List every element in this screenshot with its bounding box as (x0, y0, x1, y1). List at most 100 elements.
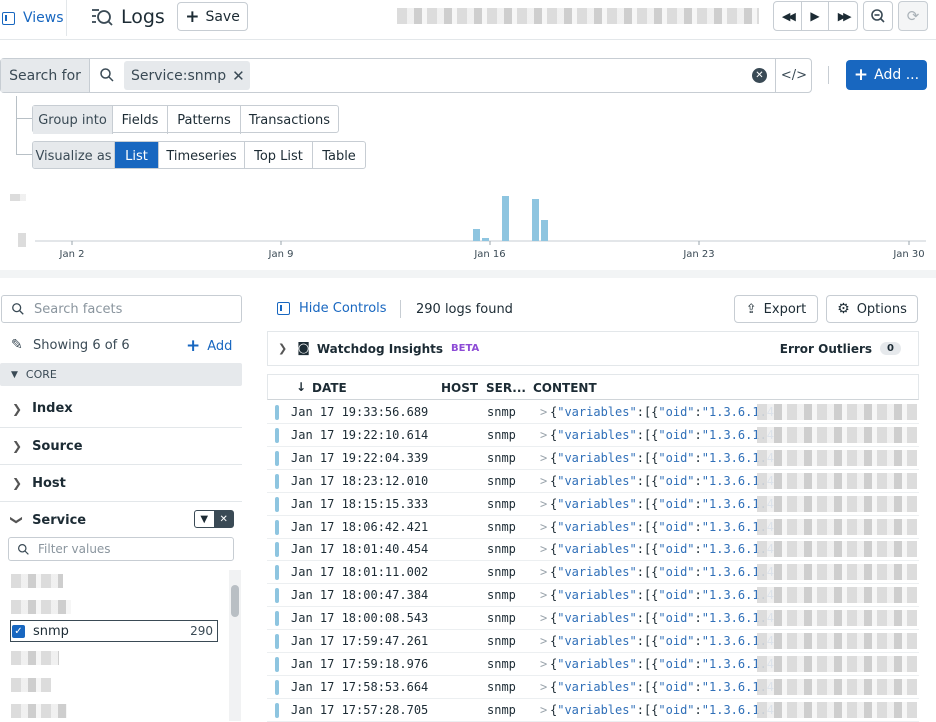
facet-value-redacted[interactable] (11, 704, 67, 718)
col-header-service[interactable]: SER... (486, 381, 526, 395)
table-row[interactable]: Jan 17 18:06:42.421 snmp > {"variables":[{"… (267, 516, 919, 539)
table-row[interactable]: Jan 17 17:59:47.261 snmp > {"variables":[{"… (267, 630, 919, 653)
hide-controls-button[interactable]: Hide Controls (277, 301, 387, 316)
timeline-bar[interactable] (532, 199, 539, 241)
facet-value-redacted[interactable] (11, 574, 63, 588)
error-outliers-label: Error Outliers (779, 341, 873, 356)
checkbox-checked-icon[interactable]: ✓ (12, 624, 25, 638)
facet-search-input[interactable]: Search facets (1, 295, 242, 323)
code-view-button[interactable]: </> (775, 59, 812, 92)
expand-arrow-icon[interactable]: > (540, 405, 547, 419)
visualize-list-button[interactable]: List (115, 142, 159, 168)
expand-arrow-icon[interactable]: > (540, 565, 547, 579)
table-row[interactable]: Jan 17 18:00:08.543 snmp > {"variables":[{"… (267, 607, 919, 631)
fast-forward-icon: ▶▶ (837, 9, 852, 23)
core-label: CORE (25, 368, 57, 381)
search-input[interactable] (253, 61, 743, 90)
zoom-out-button[interactable] (863, 1, 893, 31)
time-range-display[interactable] (397, 8, 759, 24)
table-row[interactable]: Jan 17 19:33:56.689 snmp > {"variables":[{"… (267, 401, 919, 424)
timeline-bar[interactable] (502, 196, 509, 241)
expand-arrow-icon[interactable]: > (540, 657, 547, 671)
expand-arrow-icon[interactable]: > (540, 474, 547, 488)
facet-value-redacted[interactable] (11, 651, 59, 665)
expand-arrow-icon[interactable]: > (540, 634, 547, 648)
add-button[interactable]: + Add ... (846, 60, 927, 90)
visualize-timeseries-button[interactable]: Timeseries (159, 142, 245, 168)
facet-filter-toggle[interactable]: ▼ ✕ (194, 510, 234, 528)
table-row[interactable]: Jan 17 18:23:12.010 snmp > {"variables":[{"… (267, 470, 919, 493)
col-header-host[interactable]: HOST (441, 381, 478, 395)
add-facet-button[interactable]: + Add (186, 336, 232, 356)
x-tick-label: Jan 23 (682, 249, 714, 260)
query-chip[interactable]: Service:snmp ✕ (124, 61, 250, 90)
table-row[interactable]: Jan 17 18:00:47.384 snmp > {"variables":[{"… (267, 584, 919, 608)
options-button[interactable]: ⚙ Options (826, 295, 918, 323)
expand-arrow-icon[interactable]: > (540, 428, 547, 442)
expand-arrow-icon[interactable]: > (540, 611, 547, 625)
facet-source[interactable]: ❯ Source (0, 427, 242, 464)
table-row[interactable]: Jan 17 18:01:40.454 snmp > {"variables":[{"… (267, 538, 919, 562)
save-button[interactable]: + Save (177, 2, 248, 31)
export-button[interactable]: ⇪ Export (734, 295, 818, 323)
expand-arrow-icon[interactable]: > (540, 520, 547, 534)
timeline-chart[interactable]: Jan 2 Jan 9 Jan 16 Jan 23 Jan 30 (0, 185, 936, 265)
timeline-bar[interactable] (541, 220, 548, 241)
content-redacted (757, 678, 917, 695)
group-transactions-button[interactable]: Transactions (241, 106, 338, 134)
col-header-date[interactable]: DATE (312, 381, 347, 395)
sort-arrow-icon[interactable]: ↓ (296, 380, 306, 394)
group-fields-button[interactable]: Fields (113, 106, 168, 134)
search-icon (99, 67, 115, 83)
facet-index[interactable]: ❯ Index (0, 390, 242, 427)
json-punct: : (694, 427, 702, 442)
logs-found-count: 290 logs found (416, 302, 513, 317)
table-row[interactable]: Jan 17 19:22:10.614 snmp > {"variables":[{"… (267, 424, 919, 447)
filter-values-input[interactable]: Filter values (8, 537, 234, 561)
close-icon[interactable]: ✕ (214, 511, 233, 527)
core-section-header[interactable]: ▼ CORE (0, 363, 242, 386)
rewind-button[interactable]: ◀◀ (774, 2, 802, 30)
json-punct: :[{ (636, 519, 659, 534)
json-punct: : (694, 450, 702, 465)
expand-arrow-icon[interactable]: > (540, 588, 547, 602)
visualize-table-button[interactable]: Table (313, 142, 365, 168)
expand-arrow-icon[interactable]: > (540, 497, 547, 511)
group-patterns-button[interactable]: Patterns (168, 106, 241, 134)
timeline-bar[interactable] (473, 229, 480, 241)
expand-arrow-icon[interactable]: > (540, 542, 547, 556)
json-key: "variables" (557, 634, 637, 648)
table-row[interactable]: Jan 17 17:59:18.976 snmp > {"variables":[{"… (267, 653, 919, 676)
facet-scrollbar-thumb[interactable] (231, 585, 239, 617)
refresh-button[interactable]: ⟳ (898, 1, 928, 31)
log-content: {"variables":[{"oid":"1.3.6.1.4 (550, 588, 774, 602)
facet-value-redacted[interactable] (11, 678, 51, 692)
timeline-bar[interactable] (482, 238, 489, 241)
content-redacted (757, 426, 917, 443)
play-button[interactable]: ▶ (802, 2, 830, 30)
table-row[interactable]: Jan 17 17:57:28.705 snmp > {"variables":[{"… (267, 699, 919, 722)
facet-value-redacted[interactable] (11, 600, 71, 614)
panel-icon (2, 11, 15, 25)
table-row[interactable]: Jan 17 19:22:04.339 snmp > {"variables":[{"… (267, 447, 919, 470)
table-row[interactable]: Jan 17 18:15:15.333 snmp > {"variables":[{"… (267, 493, 919, 516)
visualize-toplist-button[interactable]: Top List (245, 142, 313, 168)
expand-arrow-icon[interactable]: > (540, 703, 547, 717)
facet-host[interactable]: ❯ Host (0, 464, 242, 501)
col-header-content[interactable]: CONTENT (533, 381, 597, 395)
log-date: Jan 17 17:59:47.261 (291, 634, 429, 648)
chip-close-icon[interactable]: ✕ (232, 67, 245, 85)
views-toggle[interactable]: Views (0, 0, 67, 36)
watchdog-insights-bar[interactable]: ❯ ◙ Watchdog Insights BETA Error Outlier… (267, 331, 919, 366)
group-into-control: Group into Fields Patterns Transactions (32, 105, 339, 134)
expand-arrow-icon[interactable]: > (540, 451, 547, 465)
json-key: "oid" (658, 405, 695, 419)
expand-arrow-icon[interactable]: > (540, 680, 547, 694)
fast-forward-button[interactable]: ▶▶ (829, 2, 857, 30)
json-punct: :[{ (636, 679, 659, 694)
table-row[interactable]: Jan 17 17:58:53.664 snmp > {"variables":[{"… (267, 676, 919, 699)
timeline-svg: Jan 2 Jan 9 Jan 16 Jan 23 Jan 30 (35, 196, 926, 260)
facet-value-snmp[interactable]: ✓ snmp 290 (10, 620, 218, 642)
clear-search-icon[interactable]: ✕ (752, 68, 767, 83)
table-row[interactable]: Jan 17 18:01:11.002 snmp > {"variables":[{"… (267, 561, 919, 585)
